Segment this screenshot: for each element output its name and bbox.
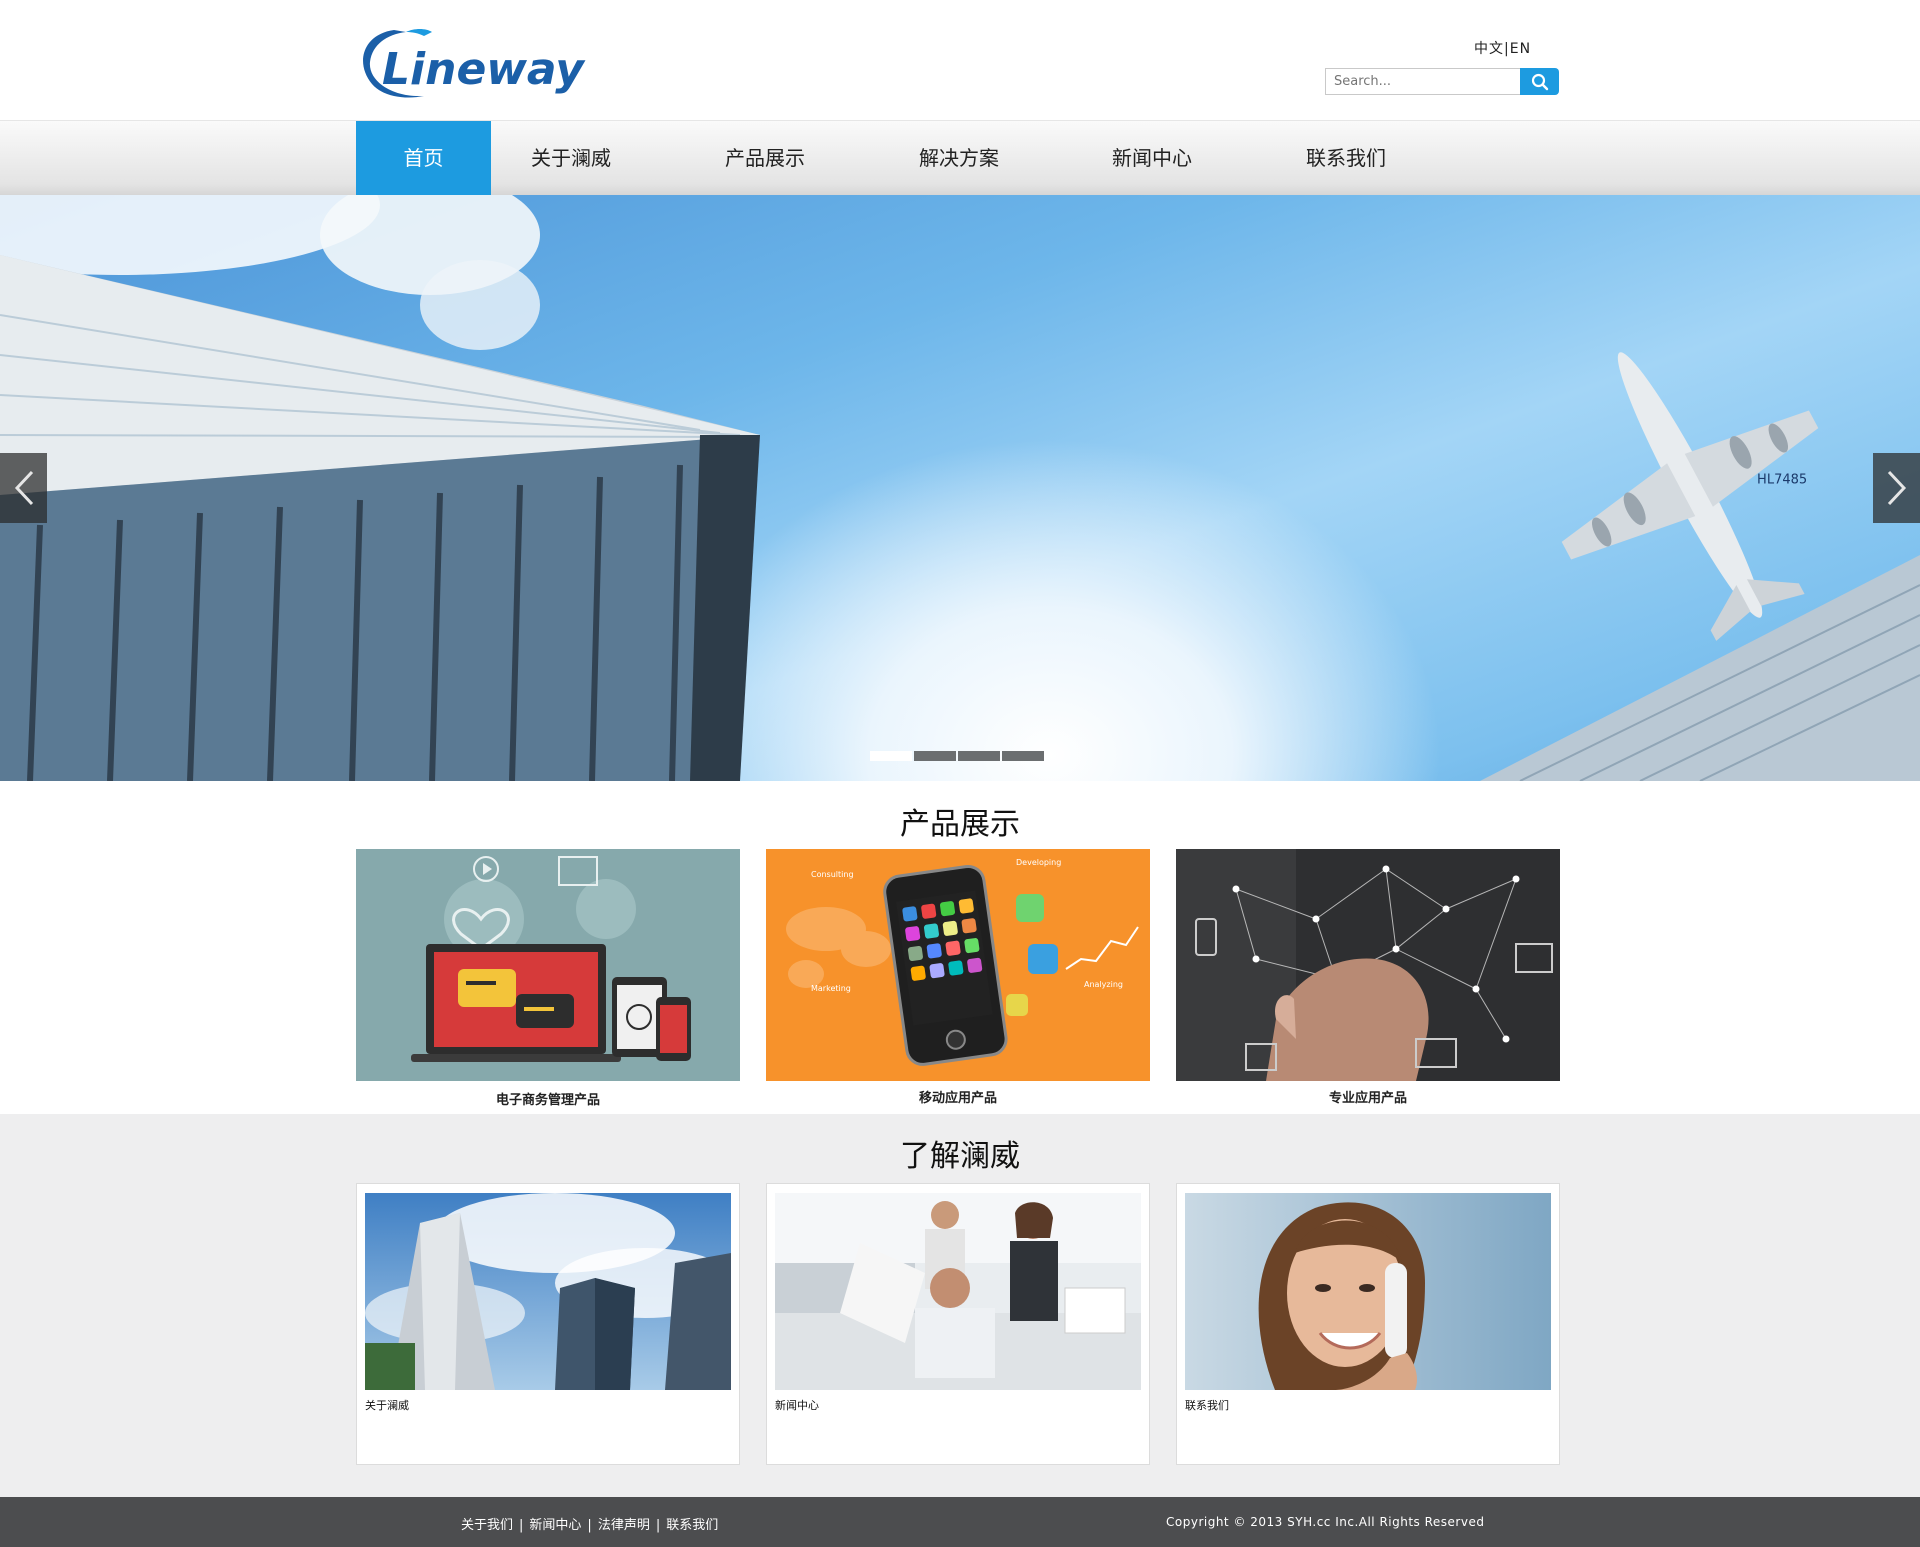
search-box xyxy=(1325,68,1559,95)
skyscrapers-photo xyxy=(365,1193,731,1390)
site-footer: 关于我们 | 新闻中心 | 法律声明 | 联系我们 Copyright © 2013 SYH… xyxy=(0,1497,1920,1547)
about-card-caption-contact[interactable]: 联系我们 xyxy=(1185,1397,1229,1413)
chevron-right-icon xyxy=(1887,470,1906,506)
phone-woman-photo xyxy=(1185,1193,1551,1390)
products-section-title: 产品展示 xyxy=(900,807,1020,842)
language-switcher: 中文|EN xyxy=(1474,38,1531,58)
lang-chinese-link[interactable]: 中文 xyxy=(1474,41,1504,57)
copyright-text: Copyright © 2013 SYH.cc Inc.All Rights R… xyxy=(1166,1515,1485,1529)
slider-pagination xyxy=(870,751,1044,761)
phone-label-marketing: Marketing xyxy=(811,984,851,993)
lang-english-link[interactable]: EN xyxy=(1510,41,1531,57)
slider-dot-2[interactable] xyxy=(914,751,956,761)
chevron-left-icon xyxy=(14,470,33,506)
nav-item-about[interactable]: 关于澜威 xyxy=(511,121,631,196)
hero-image: HL7485 xyxy=(0,195,1920,781)
about-card-caption-news[interactable]: 新闻中心 xyxy=(775,1397,819,1413)
phone-label-analyzing: Analyzing xyxy=(1084,980,1123,989)
lineway-logo[interactable]: Lineway xyxy=(354,22,629,102)
hero-slider: HL7485 xyxy=(0,195,1920,781)
ecommerce-illustration xyxy=(356,849,740,1081)
office-team-photo xyxy=(775,1193,1141,1390)
nav-item-products[interactable]: 产品展示 xyxy=(705,121,825,196)
about-card-caption-company[interactable]: 关于澜威 xyxy=(365,1397,409,1413)
slider-dot-3[interactable] xyxy=(958,751,1000,761)
slider-dot-1[interactable] xyxy=(870,751,912,761)
footer-links: 关于我们 | 新闻中心 | 法律声明 | 联系我们 xyxy=(461,1514,718,1533)
product-label-ecommerce[interactable]: 电子商务管理产品 xyxy=(356,1089,740,1108)
site-header: Lineway 中文|EN xyxy=(0,0,1920,120)
about-card-company[interactable]: 关于澜威 xyxy=(356,1183,740,1465)
phone-label-developing: Developing xyxy=(1016,858,1061,867)
footer-link-about[interactable]: 关于我们 xyxy=(461,1518,513,1533)
slider-prev-button[interactable] xyxy=(0,453,47,523)
product-card-mobile[interactable]: Consulting Developing Marketing Analyzin… xyxy=(766,849,1150,1081)
logo-text: Lineway xyxy=(382,44,586,95)
network-touch-illustration xyxy=(1176,849,1560,1081)
footer-separator: | xyxy=(587,1518,592,1533)
footer-link-legal[interactable]: 法律声明 xyxy=(598,1518,650,1533)
nav-item-solutions[interactable]: 解决方案 xyxy=(899,121,1019,196)
product-label-professional[interactable]: 专业应用产品 xyxy=(1176,1087,1560,1106)
product-label-mobile[interactable]: 移动应用产品 xyxy=(766,1087,1150,1106)
footer-link-contact[interactable]: 联系我们 xyxy=(666,1518,718,1533)
about-card-contact[interactable]: 联系我们 xyxy=(1176,1183,1560,1465)
magnifier-icon xyxy=(1531,73,1548,90)
search-button[interactable] xyxy=(1520,68,1559,95)
about-section-title: 了解澜威 xyxy=(900,1139,1020,1174)
nav-item-contact[interactable]: 联系我们 xyxy=(1286,121,1406,196)
phone-label-consulting: Consulting xyxy=(811,870,854,879)
product-card-professional[interactable] xyxy=(1176,849,1560,1081)
nav-item-home[interactable]: 首页 xyxy=(356,121,491,196)
plane-tail-text: HL7485 xyxy=(1757,472,1807,487)
nav-item-news[interactable]: 新闻中心 xyxy=(1092,121,1212,196)
about-card-news[interactable]: 新闻中心 xyxy=(766,1183,1150,1465)
slider-next-button[interactable] xyxy=(1873,453,1920,523)
footer-link-news[interactable]: 新闻中心 xyxy=(529,1518,581,1533)
slider-dot-4[interactable] xyxy=(1002,751,1044,761)
footer-separator: | xyxy=(519,1518,524,1533)
main-nav: 首页 关于澜威 产品展示 解决方案 新闻中心 联系我们 xyxy=(0,120,1920,196)
smartphone-apps-illustration: Consulting Developing Marketing Analyzin… xyxy=(766,849,1150,1081)
search-input[interactable] xyxy=(1325,68,1521,95)
footer-separator: | xyxy=(655,1518,661,1533)
product-card-ecommerce[interactable] xyxy=(356,849,740,1081)
